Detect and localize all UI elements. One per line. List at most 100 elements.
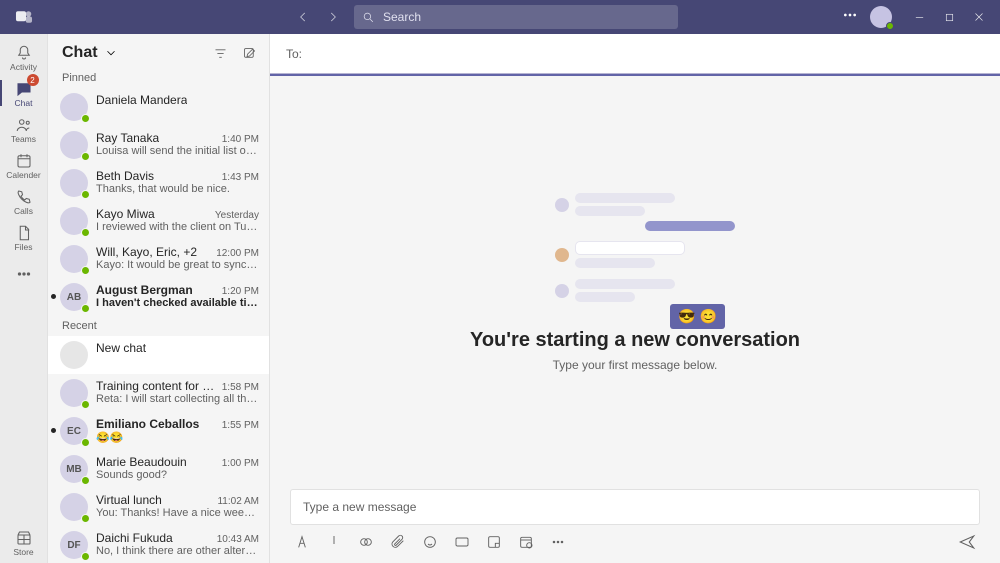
avatar: EC xyxy=(60,417,88,445)
presence-icon xyxy=(81,476,90,485)
chat-list-item[interactable]: ECEmiliano Ceballos1:55 PM😂😂 xyxy=(48,412,269,450)
title-bar: Search xyxy=(0,0,1000,34)
presence-icon xyxy=(81,190,90,199)
empty-headline: You're starting a new conversation xyxy=(470,329,800,352)
compose-more-icon[interactable] xyxy=(550,534,566,550)
emoji-icon[interactable] xyxy=(422,534,438,550)
avatar: MB xyxy=(60,455,88,483)
to-field[interactable]: To: xyxy=(270,34,1000,74)
chat-list-title: Chat xyxy=(62,44,98,62)
chat-list-item[interactable]: New chat xyxy=(48,336,269,374)
chat-list-item[interactable]: Kayo Miwa YesterdayI reviewed with the cl… xyxy=(48,202,269,240)
rail-label: Store xyxy=(13,547,33,557)
nav-forward-button[interactable] xyxy=(318,0,348,34)
chat-list-item[interactable]: Virtual lunch 11:02 AMYou: Thanks! Have a… xyxy=(48,488,269,526)
teams-app-icon xyxy=(0,8,48,26)
rail-chat[interactable]: 2 Chat xyxy=(0,76,48,110)
chat-preview: You: Thanks! Have a nice weekend xyxy=(96,507,259,519)
format-icon[interactable] xyxy=(294,534,310,550)
rail-label: Files xyxy=(15,242,33,252)
chat-list-item[interactable]: Will, Kayo, Eric, +212:00 PMKayo: It wou… xyxy=(48,240,269,278)
chat-name: New chat xyxy=(96,341,146,355)
chat-preview: I reviewed with the client on Tuesda… xyxy=(96,221,259,233)
chat-list-item[interactable]: Training content for Photon… 1:58 PMReta:… xyxy=(48,374,269,412)
chat-name: Virtual lunch xyxy=(96,493,162,507)
attach-icon[interactable] xyxy=(390,534,406,550)
window-close-button[interactable] xyxy=(964,0,994,34)
chat-list-panel: Chat Pinned Daniela ManderaRay Tanaka1:4… xyxy=(48,34,270,563)
user-avatar[interactable] xyxy=(870,6,892,28)
chat-list-item[interactable]: Ray Tanaka 1:40 PMLouisa will send the in… xyxy=(48,126,269,164)
compose-placeholder: Type a new message xyxy=(303,500,416,514)
store-icon xyxy=(15,529,33,547)
nav-back-button[interactable] xyxy=(288,0,318,34)
chat-name: Beth Davis xyxy=(96,169,154,183)
chat-preview: No, I think there are other alternatives… xyxy=(96,545,259,557)
rail-calendar[interactable]: Calender xyxy=(0,148,48,182)
chat-time: 1:40 PM xyxy=(222,134,259,145)
avatar xyxy=(60,93,88,121)
send-button[interactable] xyxy=(958,533,976,551)
rail-teams[interactable]: Teams xyxy=(0,112,48,146)
to-label: To: xyxy=(286,47,302,61)
more-button[interactable] xyxy=(842,7,858,28)
rail-label: Chat xyxy=(15,98,33,108)
priority-icon[interactable] xyxy=(326,534,342,550)
filter-icon[interactable] xyxy=(213,46,228,61)
search-input[interactable]: Search xyxy=(354,5,678,29)
chat-preview: Reta: I will start collecting all the do… xyxy=(96,393,259,405)
chat-time: 1:55 PM xyxy=(222,420,259,431)
chat-list-item[interactable]: Daniela Mandera xyxy=(48,88,269,126)
bell-icon xyxy=(15,44,33,62)
chat-list-item[interactable]: MBMarie Beaudouin1:00 PMSounds good? xyxy=(48,450,269,488)
chat-preview: 😂😂 xyxy=(96,431,259,444)
chat-list-item[interactable]: ABAugust Bergman1:20 PMI haven't checked… xyxy=(48,278,269,316)
rail-more[interactable] xyxy=(0,256,48,290)
emoji-illustration: 😎 😊 xyxy=(670,304,725,329)
rail-store[interactable]: Store xyxy=(0,525,48,559)
loop-icon[interactable] xyxy=(358,534,374,550)
compose-area: Type a new message xyxy=(290,489,980,551)
chat-preview: Sounds good? xyxy=(96,469,259,481)
presence-icon xyxy=(81,438,90,447)
chat-name: Ray Tanaka xyxy=(96,131,159,145)
avatar xyxy=(60,493,88,521)
window-minimize-button[interactable] xyxy=(904,0,934,34)
app-rail: Activity 2 Chat Teams Calender Calls Fil… xyxy=(0,34,48,563)
chat-time: 1:43 PM xyxy=(222,172,259,183)
rail-calls[interactable]: Calls xyxy=(0,184,48,218)
compose-input[interactable]: Type a new message xyxy=(290,489,980,525)
chat-name: Training content for Photon… xyxy=(96,379,216,393)
avatar: DF xyxy=(60,531,88,559)
search-icon xyxy=(362,11,375,24)
presence-icon xyxy=(81,228,90,237)
chat-list-item[interactable]: DFDaichi Fukuda10:43 AMNo, I think there… xyxy=(48,526,269,563)
rail-files[interactable]: Files xyxy=(0,220,48,254)
schedule-icon[interactable] xyxy=(518,534,534,550)
chat-time: 1:58 PM xyxy=(222,382,259,393)
sticker-icon[interactable] xyxy=(486,534,502,550)
chat-badge: 2 xyxy=(27,74,39,86)
teams-icon xyxy=(15,116,33,134)
new-chat-icon[interactable] xyxy=(242,46,257,61)
avatar: AB xyxy=(60,283,88,311)
chevron-down-icon[interactable] xyxy=(104,46,118,60)
avatar xyxy=(60,245,88,273)
chat-name: Will, Kayo, Eric, +2 xyxy=(96,245,197,259)
chat-name: Kayo Miwa xyxy=(96,207,155,221)
avatar xyxy=(60,379,88,407)
chat-time: 11:02 AM xyxy=(217,496,259,507)
rail-label: Teams xyxy=(11,134,36,144)
chat-time: Yesterday xyxy=(215,210,259,221)
chat-time: 1:00 PM xyxy=(222,458,259,469)
window-maximize-button[interactable] xyxy=(934,0,964,34)
chat-name: August Bergman xyxy=(96,283,193,297)
gif-icon[interactable] xyxy=(454,534,470,550)
section-recent: Recent xyxy=(48,316,269,336)
chat-preview: Louisa will send the initial list of att… xyxy=(96,145,259,157)
rail-label: Calender xyxy=(6,170,41,180)
phone-icon xyxy=(15,188,33,206)
rail-activity[interactable]: Activity xyxy=(0,40,48,74)
rail-label: Calls xyxy=(14,206,33,216)
chat-list-item[interactable]: Beth Davis1:43 PMThanks, that would be n… xyxy=(48,164,269,202)
